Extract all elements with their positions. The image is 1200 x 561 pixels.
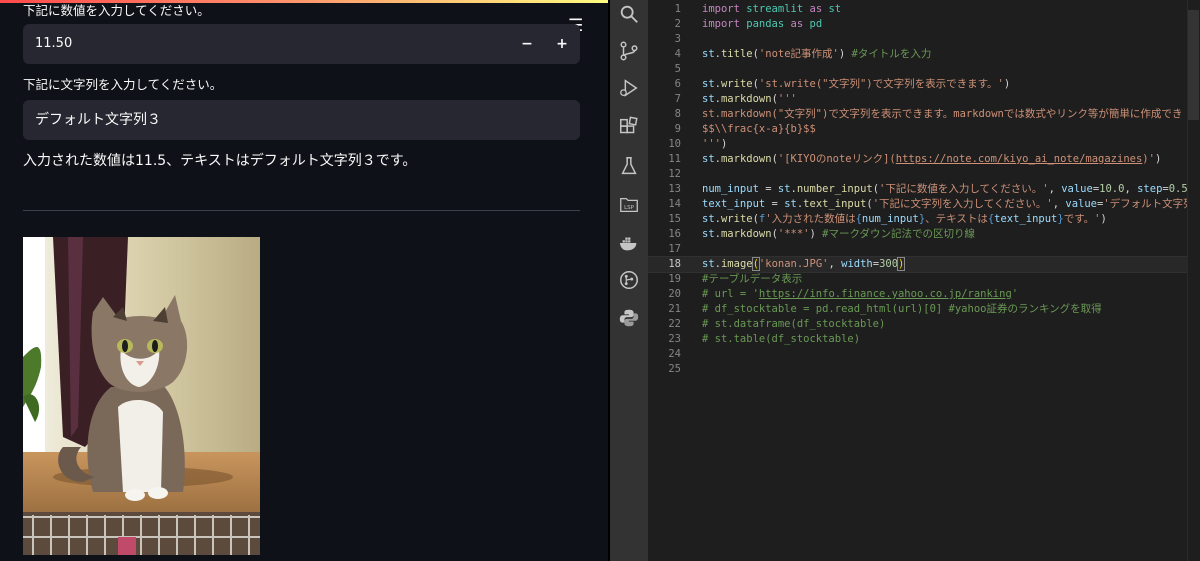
code-line: 24 bbox=[668, 348, 681, 360]
number-input[interactable]: 11.50 − + bbox=[23, 24, 580, 64]
cat-image bbox=[23, 237, 260, 555]
git-graph-icon[interactable] bbox=[610, 263, 648, 297]
editor-scrollbar-thumb[interactable] bbox=[1188, 10, 1199, 120]
code-line: 5 bbox=[674, 63, 681, 75]
python-icon[interactable] bbox=[610, 301, 648, 335]
search-icon[interactable] bbox=[610, 0, 648, 31]
code-line: 23 # st.table(df_stocktable) bbox=[668, 333, 861, 345]
text-input-label: 下記に文字列を入力してください。 bbox=[23, 77, 223, 92]
code-line: 16 st.markdown('***') #マークダウン記法での区切り線 bbox=[668, 228, 976, 240]
code-line: 10 ''') bbox=[668, 138, 728, 150]
code-line: 4 st.title('note記事作成') #タイトルを入力 bbox=[674, 48, 932, 60]
code-line: 17 bbox=[668, 243, 681, 255]
lsp-icon[interactable]: LSP bbox=[610, 188, 648, 222]
code-line: 20 # url = 'https://info.finance.yahoo.co… bbox=[668, 288, 1019, 300]
code-line-active: 18 st.image('konan.JPG', width=300) bbox=[648, 256, 1200, 273]
code-line: 7 st.markdown(''' bbox=[674, 93, 797, 105]
code-line: 1 import streamlit as st bbox=[674, 3, 842, 15]
markdown-divider bbox=[23, 210, 580, 211]
code-line: 6 st.write('st.write("文字列")で文字列を表示できます。') bbox=[674, 78, 1011, 90]
source-control-icon[interactable] bbox=[610, 34, 648, 68]
streamlit-app: ☰ 下記に数値を入力してください。 11.50 − + 下記に文字列を入力してく… bbox=[0, 0, 608, 561]
code-line: 12 bbox=[668, 168, 681, 180]
code-line: 19 #テーブルデータ表示 bbox=[668, 273, 803, 285]
code-line: 14 text_input = st.text_input('下記に文字列を入力し… bbox=[668, 198, 1194, 210]
code-line: 2 import pandas as pd bbox=[674, 18, 823, 30]
increment-button[interactable]: + bbox=[545, 24, 579, 64]
code-line: 25 bbox=[668, 363, 681, 375]
docker-icon[interactable] bbox=[610, 226, 648, 260]
testing-icon[interactable] bbox=[610, 149, 648, 183]
text-input[interactable]: デフォルト文字列３ bbox=[23, 100, 580, 140]
number-input-label: 下記に数値を入力してください。 bbox=[23, 3, 210, 18]
code-line: 22 # st.dataframe(df_stocktable) bbox=[668, 318, 886, 330]
code-line: 13 num_input = st.number_input('下記に数値を入力し… bbox=[668, 183, 1194, 195]
code-line: 11 st.markdown('[KIYOのnoteリンク](https://no… bbox=[668, 153, 1162, 165]
extensions-icon[interactable] bbox=[610, 110, 648, 144]
code-editor[interactable]: 1 import streamlit as st 2 import pandas a… bbox=[648, 0, 1200, 561]
text-input-value[interactable]: デフォルト文字列３ bbox=[35, 100, 161, 140]
activity-bar: LSP bbox=[610, 0, 648, 561]
code-line: 21 # df_stocktable = pd.read_html(url)[0]… bbox=[668, 303, 1102, 315]
code-line: 8 st.markdown("文字列")で文字列を表示できます。markdownで… bbox=[674, 108, 1183, 120]
output-text: 入力された数値は11.5、テキストはデフォルト文字列３です。 bbox=[23, 153, 417, 169]
code-line: 3 bbox=[674, 33, 681, 45]
code-line: 9 $$\\frac{x-a}{b}$$ bbox=[674, 123, 816, 135]
run-debug-icon[interactable] bbox=[610, 71, 648, 105]
lsp-label: LSP bbox=[624, 205, 635, 211]
code-line: 15 st.write(f'入力された数値は{num_input}、テキストは{t… bbox=[668, 213, 1107, 225]
decrement-button[interactable]: − bbox=[510, 24, 544, 64]
number-input-value[interactable]: 11.50 bbox=[35, 24, 72, 64]
